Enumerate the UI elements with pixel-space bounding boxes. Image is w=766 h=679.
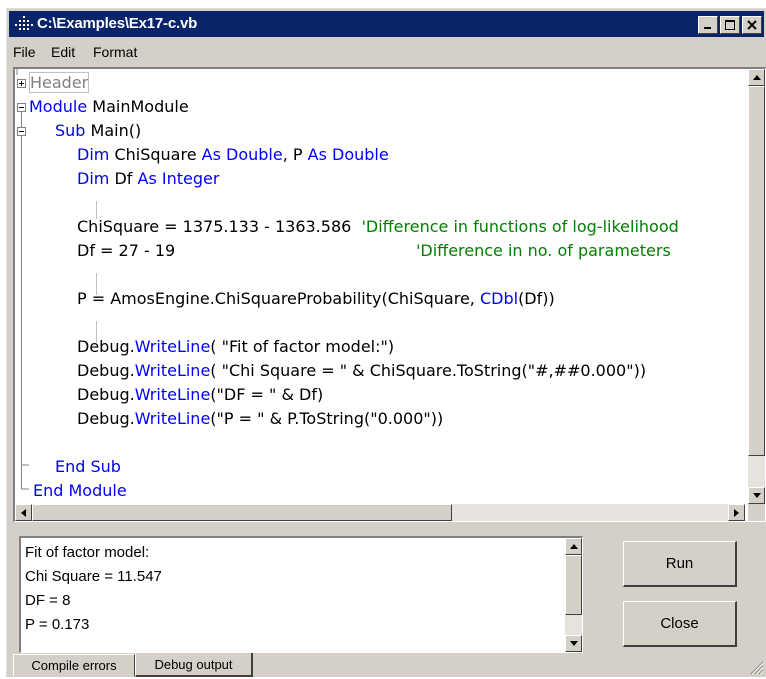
- output-line: Chi Square = 11.547: [25, 568, 162, 585]
- code-line-writeline-4: Debug.WriteLine("P = " & P.ToString("0.0…: [77, 407, 443, 431]
- dim-keyword: Dim: [77, 145, 110, 164]
- minimize-button[interactable]: [698, 16, 718, 34]
- minimize-icon: [704, 27, 711, 29]
- code-area[interactable]: Header Module MainModule Sub Main() Dim …: [15, 69, 745, 504]
- sub-name: Main(): [90, 121, 142, 140]
- resize-grip-icon[interactable]: [750, 661, 764, 675]
- tab-compile-errors[interactable]: Compile errors: [13, 654, 135, 676]
- dots-app-icon: [15, 16, 33, 30]
- output-vertical-scrollbar[interactable]: [565, 538, 582, 652]
- output-line: Fit of factor model:: [25, 544, 150, 561]
- hscroll-thumb[interactable]: [32, 504, 452, 521]
- window-title: C:\Examples\Ex17-c.vb: [37, 15, 198, 32]
- module-keyword: Module: [29, 97, 88, 116]
- debug-output-panel[interactable]: Fit of factor model: Chi Square = 11.547…: [19, 536, 583, 653]
- code-editor[interactable]: Header Module MainModule Sub Main() Dim …: [13, 67, 766, 522]
- arrow-down-icon: [569, 641, 578, 646]
- variable-name: Df: [114, 169, 133, 188]
- arrow-up-icon: [752, 75, 761, 80]
- tab-debug-output[interactable]: Debug output: [135, 653, 253, 677]
- menu-format[interactable]: Format: [93, 44, 137, 60]
- module-name: MainModule: [92, 97, 189, 116]
- end-module-keyword: End Module: [33, 481, 127, 500]
- scroll-down-button[interactable]: [748, 487, 765, 504]
- code-line-dim2: Dim Df As Integer: [77, 167, 219, 191]
- dim-keyword: Dim: [77, 169, 110, 188]
- end-sub-keyword: End Sub: [55, 457, 121, 476]
- arguments: ("DF = " & Df): [210, 385, 324, 404]
- output-scroll-up-button[interactable]: [565, 538, 582, 555]
- variable-name: , P: [282, 145, 303, 164]
- type-keyword: As Double: [201, 145, 283, 164]
- statement: P = AmosEngine.ChiSquareProbability(ChiS…: [77, 289, 480, 308]
- statement: ChiSquare = 1375.133 - 1363.586: [77, 217, 352, 236]
- menu-file[interactable]: File: [13, 44, 36, 60]
- debug-object: Debug.: [77, 337, 135, 356]
- writeline-keyword: WriteLine: [134, 361, 211, 380]
- arrow-left-icon: [21, 508, 26, 517]
- output-scroll-thumb[interactable]: [565, 555, 582, 615]
- scroll-corner: [748, 504, 765, 521]
- code-line-df: Df = 27 - 19: [77, 239, 175, 263]
- arrow-down-icon: [752, 493, 761, 498]
- code-line-writeline-1: Debug.WriteLine( "Fit of factor model:"): [77, 335, 394, 359]
- function-keyword: CDbl: [479, 289, 519, 308]
- code-line-end-module: End Module: [33, 479, 127, 503]
- code-line-writeline-3: Debug.WriteLine("DF = " & Df): [77, 383, 323, 407]
- code-line-sub: Sub Main(): [55, 119, 141, 143]
- arrow-right-icon: [734, 508, 739, 517]
- main-window: C:\Examples\Ex17-c.vb File Edit Format H…: [6, 8, 766, 677]
- debug-object: Debug.: [77, 361, 135, 380]
- output-line: P = 0.173: [25, 616, 90, 633]
- maximize-icon: [725, 20, 735, 30]
- arguments: ( "Fit of factor model:"): [210, 337, 395, 356]
- debug-object: Debug.: [77, 409, 135, 428]
- close-button[interactable]: Close: [623, 601, 737, 647]
- arguments: ("P = " & P.ToString("0.000")): [210, 409, 444, 428]
- output-line: DF = 8: [25, 592, 71, 609]
- variable-name: ChiSquare: [114, 145, 197, 164]
- comment: 'Difference in no. of parameters: [416, 241, 671, 260]
- code-line-df-comment: 'Difference in no. of parameters: [416, 239, 671, 263]
- writeline-keyword: WriteLine: [134, 409, 211, 428]
- code-line-header: Header: [29, 71, 90, 95]
- code-line-module: Module MainModule: [29, 95, 189, 119]
- scroll-right-button[interactable]: [728, 504, 745, 521]
- arguments: ( "Chi Square = " & ChiSquare.ToString("…: [210, 361, 647, 380]
- output-scroll-down-button[interactable]: [565, 635, 582, 652]
- writeline-keyword: WriteLine: [134, 337, 211, 356]
- comment: 'Difference in functions of log-likeliho…: [361, 217, 679, 236]
- header-region[interactable]: Header: [29, 72, 90, 93]
- code-horizontal-scrollbar[interactable]: [15, 504, 745, 521]
- menu-edit[interactable]: Edit: [51, 44, 75, 60]
- title-bar[interactable]: C:\Examples\Ex17-c.vb: [9, 11, 764, 37]
- code-line-p: P = AmosEngine.ChiSquareProbability(ChiS…: [77, 287, 555, 311]
- type-keyword: As Double: [307, 145, 389, 164]
- scroll-left-button[interactable]: [15, 504, 32, 521]
- code-line-chisquare: ChiSquare = 1375.133 - 1363.586 'Differe…: [77, 215, 679, 239]
- arrow-up-icon: [569, 544, 578, 549]
- sub-keyword: Sub: [55, 121, 86, 140]
- code-line-end-sub: End Sub: [55, 455, 121, 479]
- menu-bar: File Edit Format: [9, 39, 764, 65]
- close-window-button[interactable]: [742, 16, 762, 34]
- type-keyword: As Integer: [137, 169, 220, 188]
- maximize-button[interactable]: [720, 16, 740, 34]
- scroll-thumb[interactable]: [748, 86, 765, 456]
- code-line-writeline-2: Debug.WriteLine( "Chi Square = " & ChiSq…: [77, 359, 646, 383]
- statement: (Df)): [518, 289, 555, 308]
- run-button[interactable]: Run: [623, 541, 737, 587]
- writeline-keyword: WriteLine: [134, 385, 211, 404]
- close-icon: [747, 20, 757, 30]
- fold-gutter: [16, 69, 29, 490]
- statement: Df = 27 - 19: [77, 241, 176, 260]
- debug-object: Debug.: [77, 385, 135, 404]
- code-vertical-scrollbar[interactable]: [748, 69, 765, 504]
- code-line-dim1: Dim ChiSquare As Double, P As Double: [77, 143, 389, 167]
- scroll-up-button[interactable]: [748, 69, 765, 86]
